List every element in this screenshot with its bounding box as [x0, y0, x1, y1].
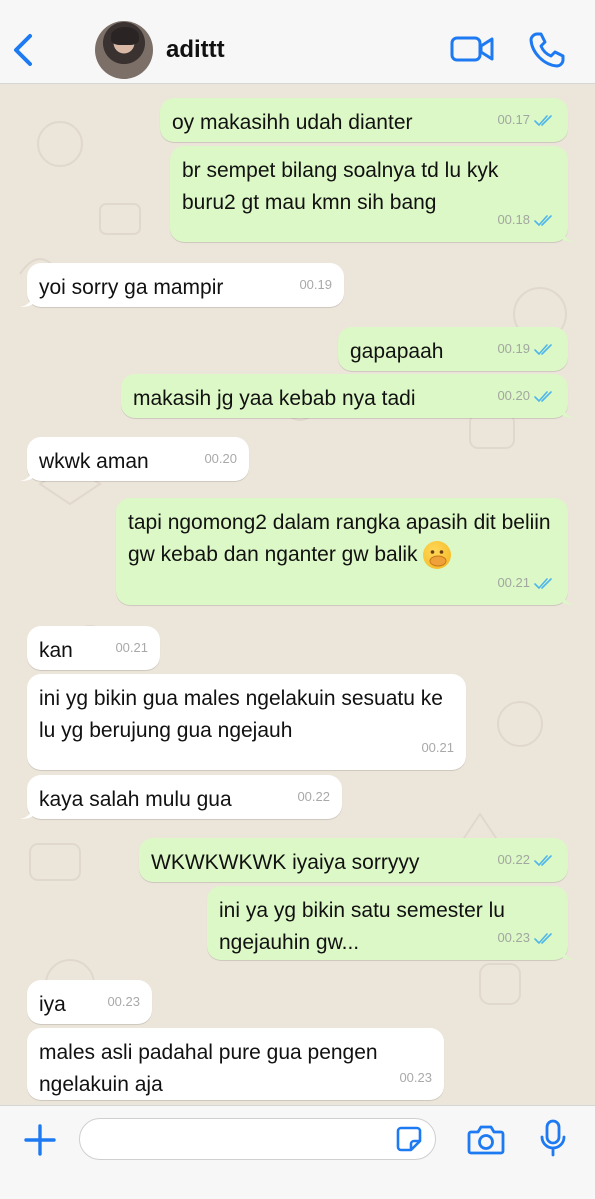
camera-icon[interactable] [467, 1123, 505, 1155]
message-bubble-outgoing[interactable]: tapi ngomong2 dalam rangka apasih dit be… [116, 498, 575, 605]
bubble-tail [20, 291, 34, 307]
read-receipt-icon [534, 390, 552, 402]
message-bubble-incoming[interactable]: ini yg bikin gua males ngelakuin sesuatu… [27, 674, 466, 770]
message-bubble-incoming[interactable]: wkwk aman 00.20 [20, 437, 249, 481]
message-text: kaya salah mulu gua [39, 788, 232, 811]
bubble-tail [561, 589, 575, 605]
message-bubble-outgoing[interactable]: makasih jg yaa kebab nya tadi 00.20 [121, 374, 575, 418]
message-bubble-outgoing[interactable]: ini ya yg bikin satu semester lu ngejauh… [207, 886, 575, 960]
message-time: 00.21 [115, 640, 148, 655]
read-receipt-icon [534, 214, 552, 226]
bubble-tail [20, 803, 34, 819]
message-bubble-incoming[interactable]: kan 00.21 [27, 626, 160, 670]
message-time: 00.23 [107, 994, 140, 1009]
phone-call-icon[interactable] [528, 31, 566, 69]
chat-header: adittt [0, 0, 595, 84]
bubble-tail [561, 402, 575, 418]
message-bubble-outgoing[interactable]: gapapaah 00.19 [338, 327, 568, 371]
bubble-tail [561, 944, 575, 960]
message-text: tapi ngomong2 dalam rangka apasih dit be… [128, 507, 556, 571]
message-meta: 00.23 [497, 922, 556, 954]
message-meta: 00.20 [204, 443, 237, 475]
message-meta: 00.19 [497, 333, 556, 365]
plus-icon[interactable] [22, 1122, 58, 1158]
message-bubble-outgoing[interactable]: oy makasihh udah dianter 00.17 [160, 98, 568, 142]
message-meta: 00.23 [399, 1062, 432, 1094]
message-meta: 00.21 [497, 567, 556, 599]
message-text: ini yg bikin gua males ngelakuin sesuatu… [39, 687, 443, 742]
microphone-icon[interactable] [539, 1119, 567, 1157]
back-chevron-icon[interactable] [10, 30, 40, 70]
message-text: yoi sorry ga mampir [39, 276, 224, 299]
message-time: 00.17 [497, 112, 530, 127]
message-time: 00.21 [421, 740, 454, 755]
read-receipt-icon [534, 854, 552, 866]
message-time: 00.19 [497, 341, 530, 356]
message-time: 00.19 [299, 277, 332, 292]
read-receipt-icon [534, 932, 552, 944]
message-bubble-outgoing[interactable]: br sempet bilang soalnya td lu kyk buru2… [170, 146, 575, 242]
read-receipt-icon [534, 114, 552, 126]
message-time: 00.22 [297, 789, 330, 804]
message-meta: 00.19 [299, 269, 332, 301]
message-meta: 00.18 [497, 204, 556, 236]
message-time: 00.18 [497, 212, 530, 227]
message-meta: 00.21 [421, 732, 454, 764]
message-meta: 00.21 [115, 632, 148, 664]
message-bubble-outgoing[interactable]: WKWKWKWK iyaiya sorryyy 00.22 [139, 838, 568, 882]
video-call-icon[interactable] [450, 33, 494, 65]
message-time: 00.22 [497, 852, 530, 867]
message-time: 00.20 [497, 388, 530, 403]
message-meta: 00.22 [497, 844, 556, 876]
message-meta: 00.22 [297, 781, 330, 813]
message-composer-bar [0, 1105, 595, 1199]
message-text: males asli padahal pure gua pengen ngela… [39, 1041, 378, 1096]
bubble-tail [20, 465, 34, 481]
contact-avatar[interactable] [95, 21, 153, 79]
contact-name[interactable]: adittt [166, 36, 225, 64]
message-time: 00.23 [497, 930, 530, 945]
bubble-tail [561, 226, 575, 242]
message-text: makasih jg yaa kebab nya tadi [133, 387, 416, 410]
message-bubble-incoming[interactable]: iya 00.23 [27, 980, 152, 1024]
message-time: 00.20 [204, 451, 237, 466]
message-bubble-incoming[interactable]: kaya salah mulu gua 00.22 [20, 775, 342, 819]
face-with-hand-over-mouth-emoji-icon [423, 541, 452, 570]
message-input[interactable] [79, 1118, 436, 1160]
sticker-icon[interactable] [395, 1125, 423, 1153]
message-bubble-incoming[interactable]: yoi sorry ga mampir 00.19 [20, 263, 344, 307]
message-time: 00.21 [497, 575, 530, 590]
read-receipt-icon [534, 343, 552, 355]
chat-area[interactable]: oy makasihh udah dianter 00.17 br sempet… [0, 84, 595, 1105]
message-meta: 00.20 [497, 380, 556, 412]
message-bubble-incoming[interactable]: males asli padahal pure gua pengen ngela… [27, 1028, 444, 1100]
message-time: 00.23 [399, 1070, 432, 1085]
read-receipt-icon [534, 577, 552, 589]
message-meta: 00.17 [497, 104, 556, 136]
message-text: WKWKWKWK iyaiya sorryyy [151, 851, 420, 874]
message-meta: 00.23 [107, 986, 140, 1018]
